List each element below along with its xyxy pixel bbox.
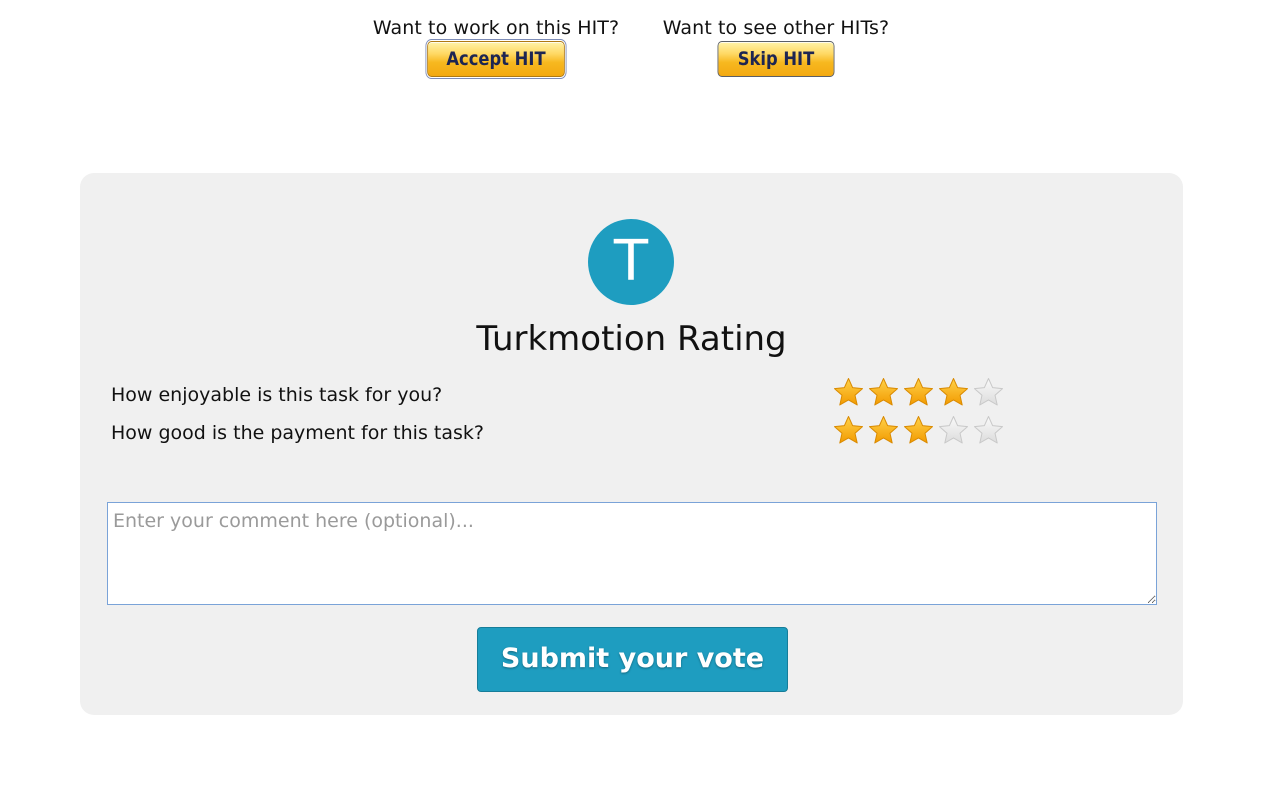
star-filled-icon[interactable]: [867, 376, 902, 410]
rating-stars-payment[interactable]: [832, 414, 1007, 448]
accept-hit-group: Want to work on this HIT? Accept HIT: [362, 16, 630, 79]
skip-hit-button[interactable]: Skip HIT: [717, 41, 835, 77]
star-empty-icon[interactable]: [972, 414, 1007, 448]
turkmotion-logo-icon: T: [588, 219, 674, 305]
star-filled-icon[interactable]: [937, 376, 972, 410]
comment-textarea[interactable]: [107, 502, 1157, 605]
hit-bar: Want to work on this HIT? Accept HIT Wan…: [0, 16, 1280, 86]
star-filled-icon[interactable]: [832, 376, 867, 410]
rating-panel: T Turkmotion Rating How enjoyable is thi…: [80, 173, 1183, 715]
star-filled-icon[interactable]: [832, 414, 867, 448]
star-filled-icon[interactable]: [867, 414, 902, 448]
page-title: Turkmotion Rating: [476, 319, 787, 359]
accept-hit-prompt: Want to work on this HIT?: [372, 17, 620, 39]
question-enjoyable: How enjoyable is this task for you?: [111, 384, 443, 406]
star-filled-icon[interactable]: [902, 414, 937, 448]
star-empty-icon[interactable]: [972, 376, 1007, 410]
accept-hit-button[interactable]: Accept HIT: [425, 39, 567, 79]
skip-hit-prompt: Want to see other HITs?: [662, 17, 890, 39]
submit-vote-button[interactable]: Submit your vote: [477, 627, 788, 692]
star-empty-icon[interactable]: [937, 414, 972, 448]
question-payment: How good is the payment for this task?: [111, 422, 484, 444]
rating-stars-enjoyable[interactable]: [832, 376, 1007, 410]
star-filled-icon[interactable]: [902, 376, 937, 410]
skip-hit-group: Want to see other HITs? Skip HIT: [650, 16, 902, 77]
